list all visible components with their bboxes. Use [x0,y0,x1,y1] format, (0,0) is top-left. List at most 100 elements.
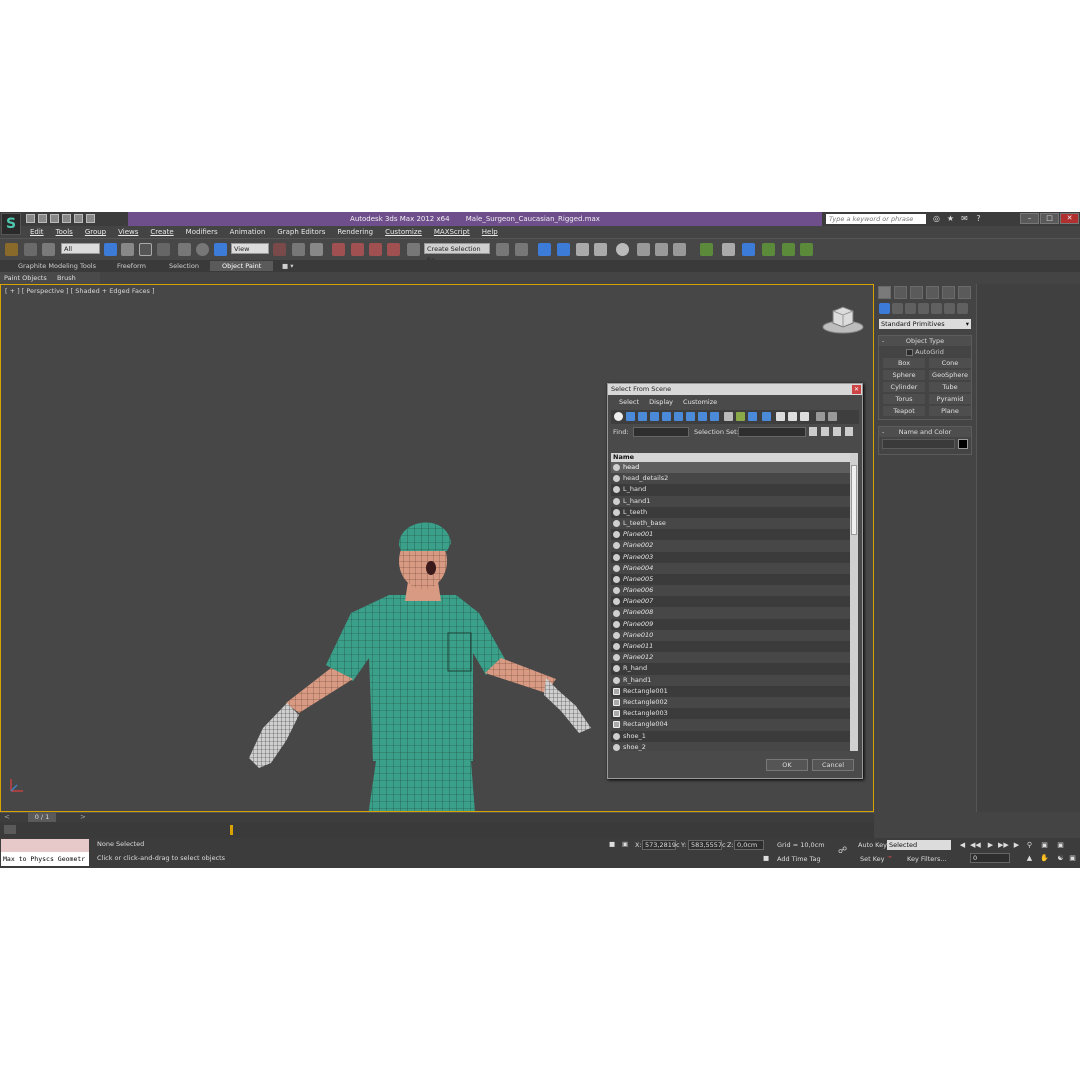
reactor-icon[interactable] [742,243,755,256]
subscription-icon[interactable]: ★ [946,214,955,223]
list-item[interactable]: Plane007 [611,596,850,607]
menu-modifiers[interactable]: Modifiers [180,226,224,238]
paint-objects-button[interactable]: Paint Objects [0,274,51,282]
display-invert-icon[interactable] [748,412,757,421]
plane-button[interactable]: Plane [929,406,971,416]
selection-lock-icon[interactable]: ■ [609,840,615,848]
geometry-type-dropdown[interactable]: Standard Primitives [879,319,971,329]
menu-graph-editors[interactable]: Graph Editors [271,226,331,238]
mini-curve-editor-icon[interactable] [4,825,16,834]
rectangular-selection-icon[interactable] [139,243,152,256]
selection-set-dropdown[interactable] [738,427,806,437]
select-dependents-icon[interactable] [800,412,809,421]
schematic-view-icon[interactable] [594,243,607,256]
binoculars-icon[interactable]: ◎ [932,214,941,223]
project-folder-icon[interactable] [86,214,95,223]
modify-tab-icon[interactable] [894,286,907,299]
menu-group[interactable]: Group [79,226,112,238]
absolute-mode-icon[interactable]: ▣ [622,840,628,848]
edit-set-icon[interactable] [845,427,853,436]
list-item[interactable]: R_hand [611,663,850,674]
pyramid-button[interactable]: Pyramid [929,394,971,404]
current-frame-marker[interactable] [230,825,233,835]
dialog-close-icon[interactable]: ✕ [852,385,861,394]
list-item[interactable]: Plane008 [611,607,850,619]
space-warps-icon[interactable] [944,303,955,314]
dialog-menu-customize[interactable]: Customize [678,397,722,408]
save-file-icon[interactable] [50,214,59,223]
list-item[interactable]: L_hand1 [611,495,850,507]
menu-help[interactable]: Help [476,226,504,238]
app-logo-icon[interactable]: S [1,213,21,235]
go-to-start-icon[interactable]: ◀ [958,841,967,850]
list-item[interactable]: Rectangle002 [611,696,850,709]
field-of-view-icon[interactable]: ▲ [1025,854,1034,863]
list-item[interactable]: Plane005 [611,574,850,585]
slider-right-arrow-icon[interactable]: > [80,813,86,821]
display-influences-icon[interactable] [788,412,797,421]
list-item[interactable]: Plane009 [611,619,850,630]
zoom-extents-icon[interactable]: ▣ [1040,841,1049,850]
list-item[interactable]: Plane012 [611,652,850,664]
box-button[interactable]: Box [883,358,925,368]
name-column-header[interactable]: Name [611,453,850,462]
list-item[interactable]: Plane010 [611,629,850,641]
tab-object-paint[interactable]: Object Paint [210,261,274,271]
filter-clear-icon[interactable] [828,412,837,421]
select-scale-icon[interactable] [214,243,227,256]
filter-icon[interactable] [816,412,825,421]
selection-filter-dropdown[interactable]: All [61,243,100,254]
list-item[interactable]: Plane002 [611,540,850,552]
orbit-icon[interactable]: ☯ [1056,854,1065,863]
set-key-icon[interactable]: ➛ [887,853,892,861]
minimize-button[interactable]: – [1020,213,1039,224]
link-icon[interactable] [5,243,18,256]
pivot-center-icon[interactable] [273,243,286,256]
geosphere-button[interactable]: GeoSphere [929,370,971,380]
zoom-icon[interactable]: ⚲ [1025,841,1034,850]
display-children-icon[interactable] [776,412,785,421]
list-item[interactable]: shoe_1 [611,731,850,742]
display-none-icon[interactable] [736,412,745,421]
list-item[interactable]: R_hand1 [611,674,850,686]
list-item[interactable]: L_hand [611,484,850,495]
time-slider-thumb[interactable]: 0 / 1 [28,813,56,822]
previous-frame-icon[interactable]: ◀◀ [970,841,981,850]
torus-button[interactable]: Torus [883,394,925,404]
select-by-name-icon[interactable] [121,243,134,256]
object-name-field[interactable] [882,439,956,449]
redo-icon[interactable] [74,214,83,223]
tab-graphite-modeling-tools[interactable]: Graphite Modeling Tools [18,261,96,271]
menu-views[interactable]: Views [112,226,144,238]
display-tab-icon[interactable] [942,286,955,299]
create-set-icon[interactable] [821,427,829,436]
systems-icon[interactable] [957,303,968,314]
undo-icon[interactable] [62,214,71,223]
motion-tab-icon[interactable] [926,286,939,299]
track-bar[interactable] [0,822,874,838]
dialog-title-bar[interactable]: Select From Scene ✕ [608,384,862,395]
edit-named-selection-icon[interactable] [407,243,420,256]
container-icon[interactable] [700,243,713,256]
cone-button[interactable]: Cone [929,358,971,368]
window-crossing-icon[interactable] [157,243,170,256]
scrollbar-thumb[interactable] [851,465,857,535]
list-item[interactable]: Plane001 [611,529,850,540]
mirror-icon[interactable] [496,243,509,256]
dialog-menu-select[interactable]: Select [614,397,644,408]
play-icon[interactable]: ▶ [986,841,995,850]
close-button[interactable]: ✕ [1060,213,1079,224]
geometry-icon[interactable] [879,303,890,314]
physics-play-icon[interactable] [782,243,795,256]
ok-button[interactable]: OK [766,759,808,771]
autogrid-checkbox[interactable]: AutoGrid [879,348,971,356]
list-item[interactable]: Plane006 [611,585,850,597]
key-icon[interactable]: ☍ [838,846,847,856]
go-to-end-icon[interactable]: ▶ [1012,841,1021,850]
reference-coordinate-dropdown[interactable]: View [231,243,269,254]
hierarchy-tab-icon[interactable] [910,286,923,299]
physics-sim-icon[interactable] [762,243,775,256]
snaps-toggle-icon[interactable] [332,243,345,256]
named-selection-dropdown[interactable]: Create Selection Se [424,243,490,264]
utilities-tab-icon[interactable] [958,286,971,299]
